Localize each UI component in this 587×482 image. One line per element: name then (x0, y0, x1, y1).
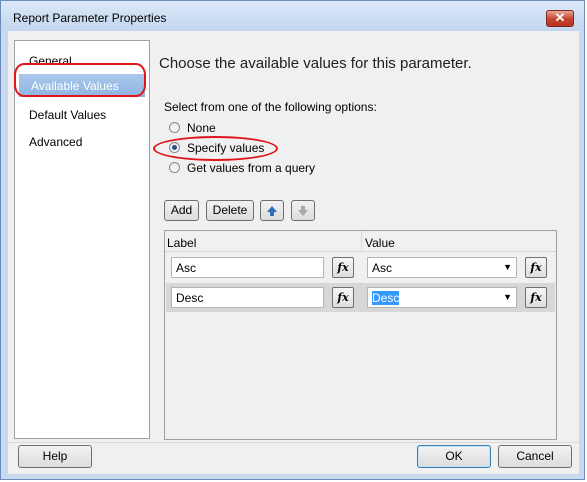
column-header-value: Value (365, 236, 395, 250)
label-input[interactable]: Desc (171, 287, 324, 308)
radio-none[interactable] (169, 122, 180, 133)
footer-divider (8, 442, 579, 443)
annotation-circle-available-values (14, 63, 146, 97)
move-up-button[interactable] (260, 200, 284, 221)
dialog-window: Report Parameter Properties ✕ General Av… (0, 0, 585, 480)
column-divider (361, 231, 362, 251)
values-grid: Label Value Asc fx Asc ▼ fx Desc fx Desc… (164, 230, 557, 440)
table-row: Desc fx Desc ▼ fx (166, 283, 555, 312)
close-icon: ✕ (554, 10, 566, 25)
table-row: Asc fx Asc ▼ fx (166, 253, 555, 282)
window-title: Report Parameter Properties (13, 11, 167, 25)
options-prompt: Select from one of the following options… (164, 100, 377, 114)
sidebar-item-default-values[interactable]: Default Values (29, 108, 106, 122)
value-combobox[interactable]: Desc ▼ (367, 287, 517, 308)
value-expression-button[interactable]: fx (525, 287, 547, 308)
radio-query[interactable] (169, 162, 180, 173)
cancel-button[interactable]: Cancel (498, 445, 572, 468)
arrow-up-icon (267, 206, 277, 216)
value-expression-button[interactable]: fx (525, 257, 547, 278)
label-expression-button[interactable]: fx (332, 257, 354, 278)
ok-button[interactable]: OK (417, 445, 491, 468)
delete-button[interactable]: Delete (206, 200, 254, 221)
chevron-down-icon[interactable]: ▼ (503, 262, 512, 272)
help-button[interactable]: Help (18, 445, 92, 468)
chevron-down-icon[interactable]: ▼ (503, 292, 512, 302)
main-panel: Choose the available values for this par… (150, 40, 570, 440)
close-button[interactable]: ✕ (546, 10, 574, 27)
move-down-button[interactable] (291, 200, 315, 221)
value-combobox[interactable]: Asc ▼ (367, 257, 517, 278)
value-text-selected[interactable]: Desc (372, 291, 400, 305)
sidebar-item-advanced[interactable]: Advanced (29, 135, 82, 149)
sidebar: General Available Values Default Values … (14, 40, 150, 439)
dialog-client-area: General Available Values Default Values … (8, 31, 579, 474)
header-separator (165, 251, 556, 252)
column-header-label: Label (167, 236, 197, 250)
label-expression-button[interactable]: fx (332, 287, 354, 308)
label-input[interactable]: Asc (171, 257, 324, 278)
page-title: Choose the available values for this par… (159, 55, 472, 72)
option-none-label: None (187, 121, 216, 135)
value-text: Asc (372, 261, 393, 275)
arrow-down-icon (298, 206, 308, 216)
option-query-label: Get values from a query (187, 161, 316, 175)
title-bar[interactable]: Report Parameter Properties ✕ (1, 1, 584, 31)
add-button[interactable]: Add (164, 200, 199, 221)
annotation-circle-specify-values (153, 136, 278, 161)
